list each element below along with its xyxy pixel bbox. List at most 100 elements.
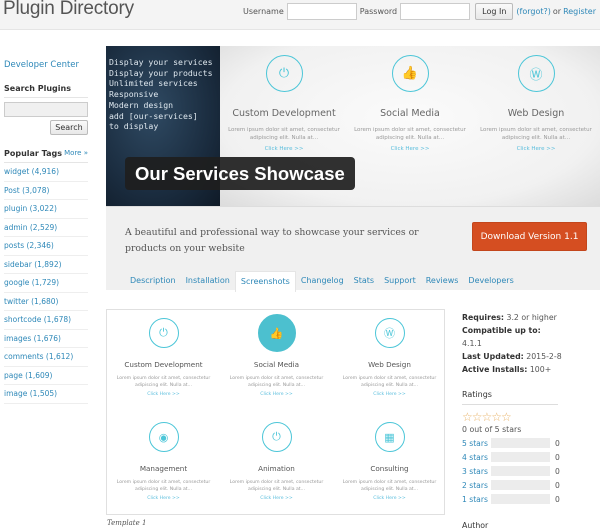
screenshot-service-card: Ⓦ Web Design Lorem ipsum dolor sit amet, c… (333, 318, 446, 397)
tag-link[interactable]: shortcode (1,678) (4, 311, 88, 330)
power-icon: ⏻ (265, 55, 303, 92)
screenshot-service-link: Click Here >> (260, 496, 293, 501)
tag-link[interactable]: comments (1,612) (4, 348, 88, 367)
sidebar: Developer Center Search Plugins Search P… (4, 60, 88, 404)
building-icon: ▦ (374, 422, 405, 452)
rating-filter-link[interactable]: 1 stars (462, 495, 491, 504)
rating-row: 2 stars 0 (462, 478, 562, 492)
banner-plugin-name: Our Services Showcase (125, 157, 355, 190)
rating-count: 0 (555, 494, 560, 504)
rating-filter-link[interactable]: 4 stars (462, 453, 491, 462)
rating-filter-link[interactable]: 3 stars (462, 467, 491, 476)
tab-reviews[interactable]: Reviews (421, 271, 464, 292)
screenshot-service-desc: Lorem ipsum dolor sit amet, consectetur … (229, 376, 324, 388)
updated-value: 2015-2-8 (526, 352, 562, 361)
tag-link[interactable]: page (1,609) (4, 367, 88, 385)
rating-filter-link[interactable]: 2 stars (462, 481, 491, 490)
screenshot-service-card: 👍 Social Media Lorem ipsum dolor sit amet,… (220, 314, 333, 397)
register-link[interactable]: Register (563, 7, 596, 16)
screenshot-service-desc: Lorem ipsum dolor sit amet, consectetur … (229, 480, 324, 492)
star-rating-icon: ☆☆☆☆☆ (462, 410, 512, 424)
rating-row: 3 stars 0 (462, 464, 562, 478)
site-header: Plugin Directory Username Password Log I… (0, 0, 600, 30)
rating-count: 0 (555, 452, 560, 462)
installs-label: Active Installs: (462, 365, 528, 374)
power-icon: ⏻ (148, 318, 179, 348)
password-input[interactable] (400, 3, 471, 20)
banner-service-card: 👍 Social Media Lorem ipsum dolor sit amet,… (346, 46, 474, 152)
plugin-tagline: A beautiful and professional way to show… (125, 227, 419, 254)
developer-center-link[interactable]: Developer Center (4, 60, 88, 70)
banner-service-link: Click Here >> (516, 146, 556, 152)
rating-count: 0 (555, 438, 560, 448)
thumbs-up-icon: 👍 (257, 314, 296, 352)
tag-link[interactable]: twitter (1,680) (4, 293, 88, 311)
screenshot-service-card: ▦ Consulting Lorem ipsum dolor sit amet, c… (333, 422, 446, 501)
plugin-tabs: Description Installation Screenshots Change… (125, 271, 519, 292)
screenshot-service-title: Web Design (368, 360, 411, 369)
rating-filter-link[interactable]: 5 stars (462, 439, 491, 448)
installs-value: 100+ (529, 365, 552, 374)
screenshot-service-desc: Lorem ipsum dolor sit amet, consectetur … (342, 376, 437, 388)
wordpress-icon: Ⓦ (374, 318, 405, 348)
rating-breakdown: 5 stars 0 4 stars 0 3 stars 0 2 stars 0 1 stars 0 (462, 436, 562, 506)
requires-value: 3.2 or higher (506, 313, 557, 322)
banner-service-link: Click Here >> (264, 146, 304, 152)
banner-service-link: Click Here >> (390, 146, 430, 152)
screenshot-service-card: ◉ Management Lorem ipsum dolor sit amet, c… (107, 422, 220, 501)
compatible-value: 4.1.1 (462, 339, 482, 348)
forgot-password-link[interactable]: (forgot?) (516, 7, 550, 16)
download-button[interactable]: Download Version 1.1 (472, 222, 587, 251)
banner-service-card: ⏻ Custom Development Lorem ipsum dolor sit… (220, 46, 348, 152)
banner-service-desc: Lorem ipsum dolor sit amet, consectetur … (354, 127, 466, 141)
tag-link[interactable]: widget (4,916) (4, 163, 88, 182)
rating-bar (491, 466, 550, 476)
rating-bar (491, 438, 550, 448)
tab-description[interactable]: Description (125, 271, 181, 292)
tab-developers[interactable]: Developers (463, 271, 518, 292)
screenshot-image[interactable]: ⏻ Custom Development Lorem ipsum dolor sit… (106, 309, 445, 515)
screenshot-service-title: Social Media (253, 360, 300, 369)
rating-count: 0 (555, 480, 560, 490)
screenshot-service-title: Consulting (370, 464, 409, 473)
screenshot-service-title: Custom Development (124, 360, 203, 369)
login-button[interactable]: Log In (475, 3, 514, 20)
requires-label: Requires: (462, 313, 504, 322)
banner-service-desc: Lorem ipsum dolor sit amet, consectetur … (480, 127, 592, 141)
banner-service-title: Web Design (507, 108, 565, 119)
screenshot-service-link: Click Here >> (147, 496, 180, 501)
tag-link[interactable]: google (1,729) (4, 274, 88, 293)
rating-row: 4 stars 0 (462, 450, 562, 464)
tab-installation[interactable]: Installation (181, 271, 235, 292)
site-title: Plugin Directory (3, 0, 134, 19)
tab-stats[interactable]: Stats (349, 271, 379, 292)
tag-list: widget (4,916) Post (3,078) plugin (3,022)… (4, 163, 88, 404)
tag-link[interactable]: plugin (3,022) (4, 200, 88, 219)
plugin-meta: Requires: 3.2 or higher Compatible up to… (462, 311, 562, 530)
tag-link[interactable]: posts (2,346) (4, 237, 88, 256)
screenshot-service-title: Animation (258, 464, 295, 473)
installs-row: Active Installs: 100+ (462, 363, 562, 376)
more-tags-link[interactable]: More » (64, 149, 88, 158)
compatible-label: Compatible up to: (462, 326, 541, 335)
screenshot-caption: Template 1 (107, 519, 147, 527)
tag-link[interactable]: Post (3,078) (4, 182, 88, 200)
tag-link[interactable]: admin (2,529) (4, 219, 88, 237)
search-button[interactable]: Search (50, 120, 88, 135)
username-input[interactable] (286, 3, 357, 20)
wordpress-icon: Ⓦ (517, 55, 555, 92)
tag-link[interactable]: image (1,505) (4, 385, 88, 404)
author-heading: Author (462, 521, 489, 530)
tab-support[interactable]: Support (379, 271, 421, 292)
tab-screenshots[interactable]: Screenshots (234, 271, 296, 292)
banner-service-title: Custom Development (232, 108, 336, 119)
tab-changelog[interactable]: Changelog (296, 271, 349, 292)
updated-label: Last Updated: (462, 352, 524, 361)
search-input[interactable] (4, 102, 88, 117)
rating-row: 5 stars 0 (462, 436, 562, 450)
tag-link[interactable]: images (1,676) (4, 330, 88, 348)
screenshot-service-link: Click Here >> (373, 392, 406, 397)
banner-service-title: Social Media (380, 108, 440, 119)
tag-link[interactable]: sidebar (1,892) (4, 256, 88, 274)
requires-row: Requires: 3.2 or higher (462, 311, 562, 324)
